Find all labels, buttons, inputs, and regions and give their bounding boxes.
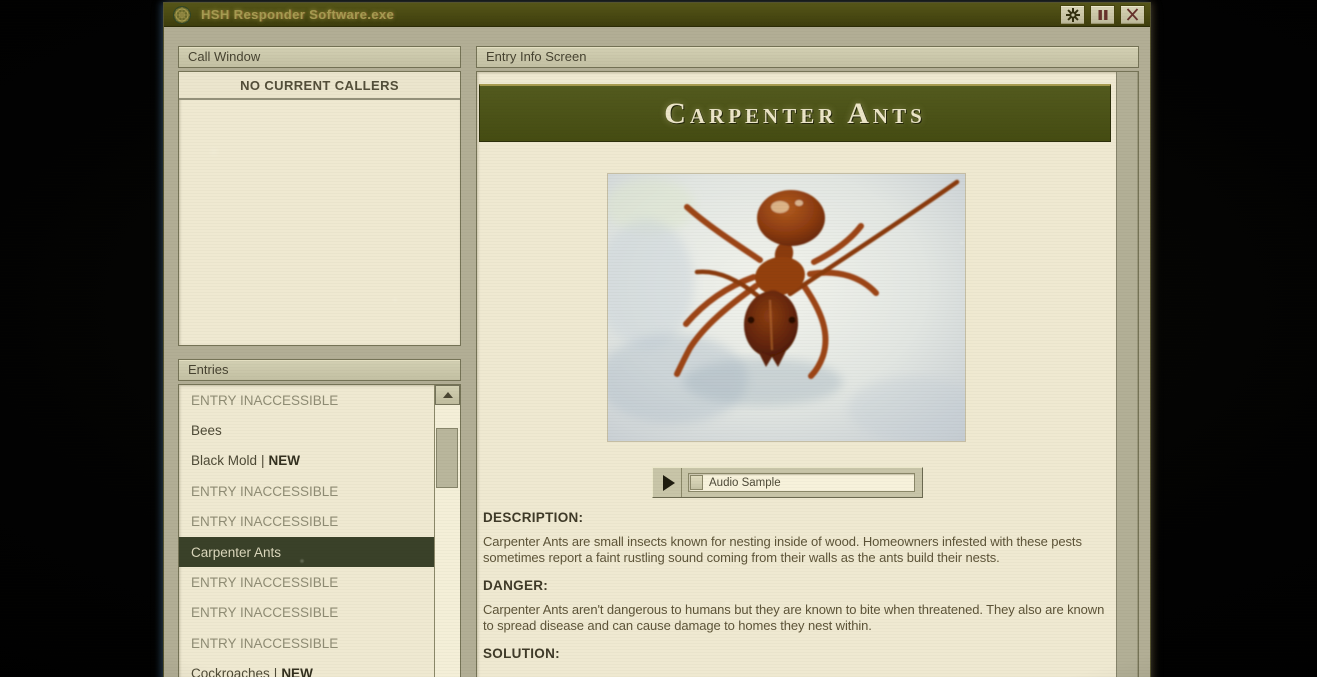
section-heading: DANGER: [483,578,1106,593]
close-icon [1126,8,1139,21]
entry-title: Carpenter Ants [664,97,926,131]
section-body: Carpenter Ants aren't dangerous to human… [483,602,1106,633]
entry-list-item[interactable]: ENTRY INACCESSIBLE [179,385,434,415]
play-icon [663,475,675,491]
scroll-up-button[interactable] [435,385,460,405]
entry-list-item[interactable]: Cockroaches|NEW [179,659,434,677]
settings-button[interactable] [1060,5,1085,25]
close-button[interactable] [1120,5,1145,25]
entries-header: Entries [178,359,461,381]
scrollbar-thumb[interactable] [436,428,458,488]
section-heading: SOLUTION: [483,646,1106,661]
caller-status: NO CURRENT CALLERS [179,72,460,100]
entry-info-body: Carpenter Ants [476,71,1139,677]
entry-list-item[interactable]: ENTRY INACCESSIBLE [179,567,434,597]
entry-list-item[interactable]: ENTRY INACCESSIBLE [179,507,434,537]
section-body: Carpenter Ants are small insects known f… [483,534,1106,565]
call-window-header: Call Window [178,46,461,68]
entry-title-banner: Carpenter Ants [479,84,1111,142]
play-button[interactable] [653,468,682,497]
audio-slider-handle[interactable] [690,475,703,490]
pause-icon [1097,9,1109,21]
window-title: HSH Responder Software.exe [201,7,1055,22]
entry-list-item[interactable]: Bees [179,415,434,445]
section-heading: DESCRIPTION: [483,510,1106,525]
ant-illustration [608,174,965,441]
gear-icon [1066,8,1080,22]
entry-list-item[interactable]: ENTRY INACCESSIBLE [179,476,434,506]
info-scrollbar[interactable] [1116,72,1138,677]
audio-progress-track[interactable]: Audio Sample [688,473,915,492]
call-window-body: NO CURRENT CALLERS [178,71,461,346]
call-window-panel: Call Window NO CURRENT CALLERS [178,46,461,348]
entries-list: ENTRY INACCESSIBLEBeesBlack Mold|NEWENTR… [179,385,434,677]
entries-scrollbar[interactable] [434,385,460,677]
game-screen: HSH Responder Software.exe [0,0,1317,677]
audio-sample-label: Audio Sample [709,477,781,489]
carpenter-ant-photo [608,174,965,441]
entries-panel: Entries ENTRY INACCESSIBLEBeesBlack Mold… [178,359,461,677]
entry-list-item[interactable]: ENTRY INACCESSIBLE [179,598,434,628]
title-bar: HSH Responder Software.exe [164,3,1150,27]
entry-info-header: Entry Info Screen [476,46,1139,68]
entry-list-item[interactable]: ENTRY INACCESSIBLE [179,628,434,658]
chevron-up-icon [443,392,453,398]
entries-body: ENTRY INACCESSIBLEBeesBlack Mold|NEWENTR… [178,384,461,677]
entry-list-item[interactable]: Black Mold|NEW [179,446,434,476]
entry-list-item[interactable]: Carpenter Ants [179,537,434,567]
app-logo-icon [173,6,191,24]
audio-player: Audio Sample [652,467,923,498]
entry-info-panel: Entry Info Screen Carpenter Ants [476,46,1139,677]
app-window: HSH Responder Software.exe [163,2,1151,677]
pause-button[interactable] [1090,5,1115,25]
info-sections: DESCRIPTION: Carpenter Ants are small ins… [483,510,1106,661]
